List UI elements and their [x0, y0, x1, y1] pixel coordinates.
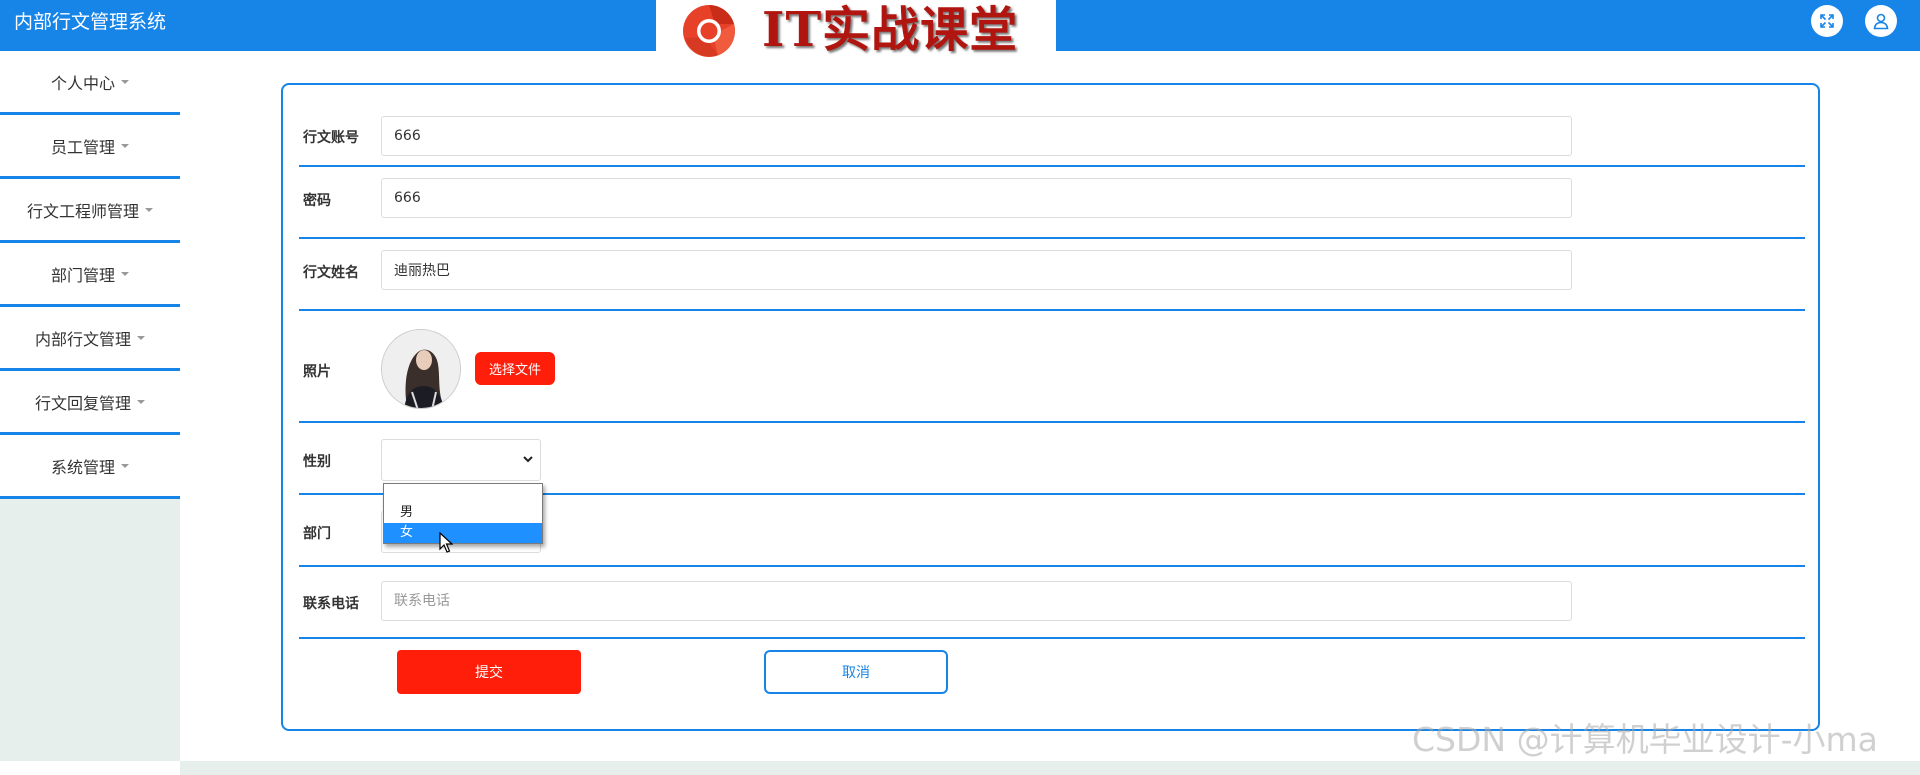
- caret-down-icon: [137, 335, 145, 340]
- form-row-name: 行文姓名: [299, 239, 1805, 311]
- gender-option-empty[interactable]: [384, 484, 542, 504]
- sidebar-item-label: 员工管理: [50, 137, 115, 157]
- gender-dropdown: 男 女: [383, 483, 543, 544]
- avatar-image: [382, 330, 460, 408]
- caret-down-icon: [121, 143, 129, 148]
- gender-option-female[interactable]: 女: [384, 523, 542, 543]
- caret-down-icon: [121, 463, 129, 468]
- banner-logo-icon: [683, 5, 735, 57]
- banner-title: IT实战课堂: [762, 2, 1019, 58]
- sidebar-item-personal-center[interactable]: 个人中心: [0, 51, 180, 115]
- fullscreen-button[interactable]: [1811, 5, 1843, 37]
- gender-option-male[interactable]: 男: [384, 503, 542, 523]
- caret-down-icon: [121, 79, 129, 84]
- password-label: 密码: [303, 193, 331, 209]
- account-input[interactable]: [381, 116, 1572, 156]
- name-input[interactable]: [381, 250, 1572, 290]
- sidebar-item-label: 系统管理: [50, 457, 115, 477]
- sidebar-item-document-management[interactable]: 内部行文管理: [0, 307, 180, 371]
- sidebar-item-department-management[interactable]: 部门管理: [0, 243, 180, 307]
- sidebar-item-system-management[interactable]: 系统管理: [0, 435, 180, 499]
- caret-down-icon: [145, 207, 153, 212]
- sidebar-nav: 个人中心 员工管理 行文工程师管理 部门管理 内部行文管理 行文回复管理 系统管…: [0, 51, 180, 499]
- submit-button[interactable]: 提交: [397, 650, 581, 694]
- photo-label: 照片: [303, 364, 331, 380]
- form-card: 行文账号 密码 行文姓名 照片 选择文件 性别: [281, 83, 1820, 731]
- sidebar-item-label: 个人中心: [50, 73, 115, 93]
- account-label: 行文账号: [303, 130, 359, 146]
- form-row-photo: 照片 选择文件: [299, 311, 1805, 423]
- gender-select[interactable]: [381, 439, 541, 481]
- sidebar-item-label: 内部行文管理: [34, 329, 131, 349]
- sidebar-item-employee-management[interactable]: 员工管理: [0, 115, 180, 179]
- phone-input[interactable]: [381, 581, 1572, 621]
- caret-down-icon: [137, 399, 145, 404]
- top-header: 内部行文管理系统 IT实战课堂: [0, 0, 1920, 59]
- avatar: [381, 329, 461, 409]
- watermark-text: CSDN @计算机毕业设计-小ma: [1412, 720, 1878, 759]
- user-icon: [1873, 13, 1889, 30]
- banner: IT实战课堂: [656, 0, 1056, 59]
- department-label: 部门: [303, 526, 331, 542]
- gender-label: 性别: [303, 454, 331, 470]
- footer-band: [180, 761, 1920, 775]
- form-row-account: 行文账号: [299, 85, 1805, 167]
- phone-label: 联系电话: [303, 596, 359, 612]
- fullscreen-icon: [1820, 14, 1834, 28]
- choose-file-button[interactable]: 选择文件: [475, 352, 555, 385]
- mouse-cursor-icon: [439, 532, 453, 553]
- password-input[interactable]: [381, 178, 1572, 218]
- user-menu-button[interactable]: [1865, 5, 1897, 37]
- sidebar-item-engineer-management[interactable]: 行文工程师管理: [0, 179, 180, 243]
- cancel-button[interactable]: 取消: [764, 650, 948, 694]
- sidebar-item-label: 行文工程师管理: [26, 201, 139, 221]
- caret-down-icon: [121, 271, 129, 276]
- form-row-phone: 联系电话: [299, 567, 1805, 639]
- chevron-down-icon: [523, 456, 533, 463]
- sidebar: 个人中心 员工管理 行文工程师管理 部门管理 内部行文管理 行文回复管理 系统管…: [0, 51, 180, 761]
- sidebar-item-label: 行文回复管理: [34, 393, 131, 413]
- sidebar-item-label: 部门管理: [50, 265, 115, 285]
- form-row-password: 密码: [299, 167, 1805, 239]
- sidebar-item-reply-management[interactable]: 行文回复管理: [0, 371, 180, 435]
- app-title: 内部行文管理系统: [14, 11, 167, 33]
- name-label: 行文姓名: [303, 265, 359, 281]
